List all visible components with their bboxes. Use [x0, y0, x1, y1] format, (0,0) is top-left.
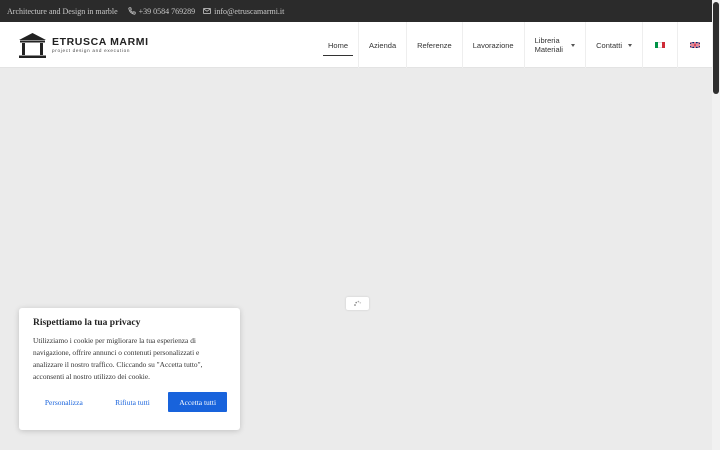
tagline: Architecture and Design in marble: [7, 6, 118, 16]
site-logo[interactable]: ETRUSCA MARMI project design and executi…: [18, 32, 149, 59]
nav-azienda[interactable]: Azienda: [359, 22, 408, 68]
site-header: ETRUSCA MARMI project design and executi…: [0, 22, 712, 68]
cookie-actions: Personalizza Rifiuta tutti Accetta tutti: [33, 392, 227, 412]
nav-label: Libreria Materiali: [534, 36, 563, 54]
loading-spinner: [346, 297, 369, 310]
scrollbar-thumb[interactable]: [713, 2, 719, 94]
main-navigation: Home Azienda Referenze Lavorazione Libre…: [318, 22, 712, 68]
nav-label: Home: [328, 40, 349, 50]
nav-label: Referenze: [417, 40, 452, 50]
language-italian[interactable]: [643, 22, 678, 68]
mail-icon: [203, 7, 211, 15]
nav-home[interactable]: Home: [318, 22, 360, 68]
page-scrollbar[interactable]: [712, 0, 720, 450]
nav-label: Lavorazione: [472, 40, 514, 50]
email-link[interactable]: info@etruscamarmi.it: [203, 7, 284, 16]
spinner-icon: [354, 300, 362, 306]
flag-uk-icon: [690, 42, 700, 48]
nav-libreria-materiali[interactable]: Libreria Materiali: [525, 22, 587, 68]
nav-referenze[interactable]: Referenze: [407, 22, 463, 68]
reject-all-button[interactable]: Rifiuta tutti: [97, 392, 169, 412]
customize-button[interactable]: Personalizza: [33, 392, 95, 412]
chevron-down-icon: [571, 43, 576, 47]
nav-label: Contatti: [596, 40, 622, 50]
nav-contatti[interactable]: Contatti: [586, 22, 643, 68]
chevron-down-icon: [628, 43, 632, 47]
phone-link[interactable]: +39 0584 769289: [128, 6, 196, 16]
phone-number: +39 0584 769289: [138, 6, 196, 16]
email-address: info@etruscamarmi.it: [214, 6, 285, 16]
accept-all-button[interactable]: Accetta tutti: [168, 392, 227, 412]
nav-lavorazione[interactable]: Lavorazione: [463, 22, 525, 68]
phone-icon: [128, 7, 136, 15]
top-info-bar: Architecture and Design in marble +39 05…: [0, 0, 712, 22]
logo-subtitle: project design and execution: [52, 48, 131, 53]
cookie-description: Utilizziamo i cookie per migliorare la t…: [33, 336, 203, 381]
flag-it-icon: [655, 42, 665, 48]
temple-logo-icon: [19, 33, 46, 58]
nav-label: Azienda: [369, 40, 397, 50]
cookie-title: Rispettiamo la tua privacy: [33, 318, 141, 328]
language-english[interactable]: [678, 22, 712, 68]
cookie-consent-banner: Rispettiamo la tua privacy Utilizziamo i…: [19, 308, 240, 430]
logo-title: ETRUSCA MARMI: [52, 36, 149, 48]
